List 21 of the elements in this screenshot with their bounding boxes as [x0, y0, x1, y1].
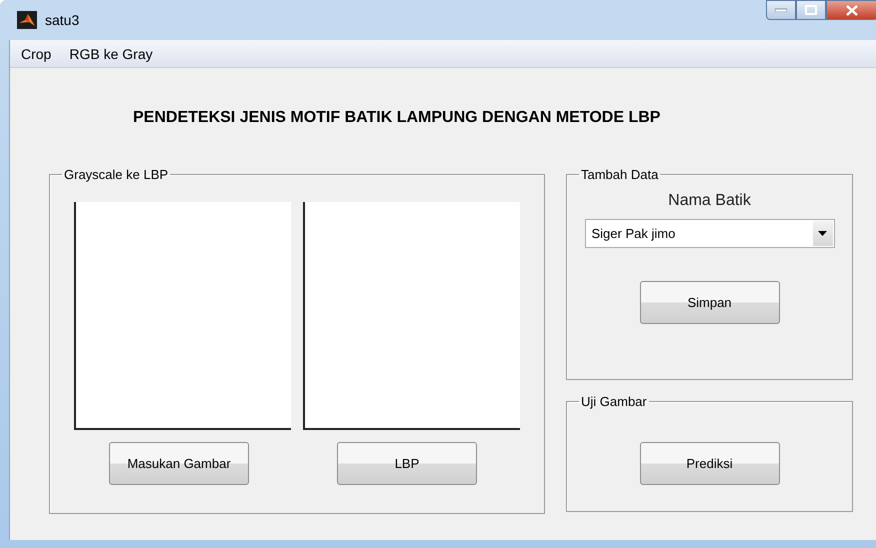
maximize-button[interactable] [796, 0, 826, 20]
predict-button[interactable]: Prediksi [640, 442, 780, 485]
minimize-button[interactable] [766, 0, 796, 20]
action-button[interactable]: Masukan Gambar [109, 442, 249, 485]
panel-title: Grayscale ke LBP [63, 167, 170, 182]
minimize-icon [775, 8, 787, 12]
field-label: Nama Batik [668, 192, 751, 210]
save-button[interactable]: Simpan [640, 281, 780, 324]
action-button[interactable]: LBP [337, 442, 477, 485]
dropdown[interactable]: Siger Pak jimo [584, 219, 834, 248]
panel-title: Tambah Data [580, 167, 660, 182]
heading: PENDETEKSI JENIS MOTIF BATIK LAMPUNG DENGAN METODE LBP [133, 109, 662, 128]
panel-title: Uji Gambar [580, 394, 648, 409]
menu-item[interactable]: RGB ke Gray [62, 44, 160, 64]
window-title: satu3 [45, 12, 80, 28]
menu-item[interactable]: Crop [14, 44, 58, 64]
close-button[interactable] [826, 0, 876, 20]
close-icon [846, 4, 858, 16]
maximize-icon [805, 5, 817, 15]
caret-icon [818, 231, 827, 236]
app-logo-icon [17, 11, 37, 29]
